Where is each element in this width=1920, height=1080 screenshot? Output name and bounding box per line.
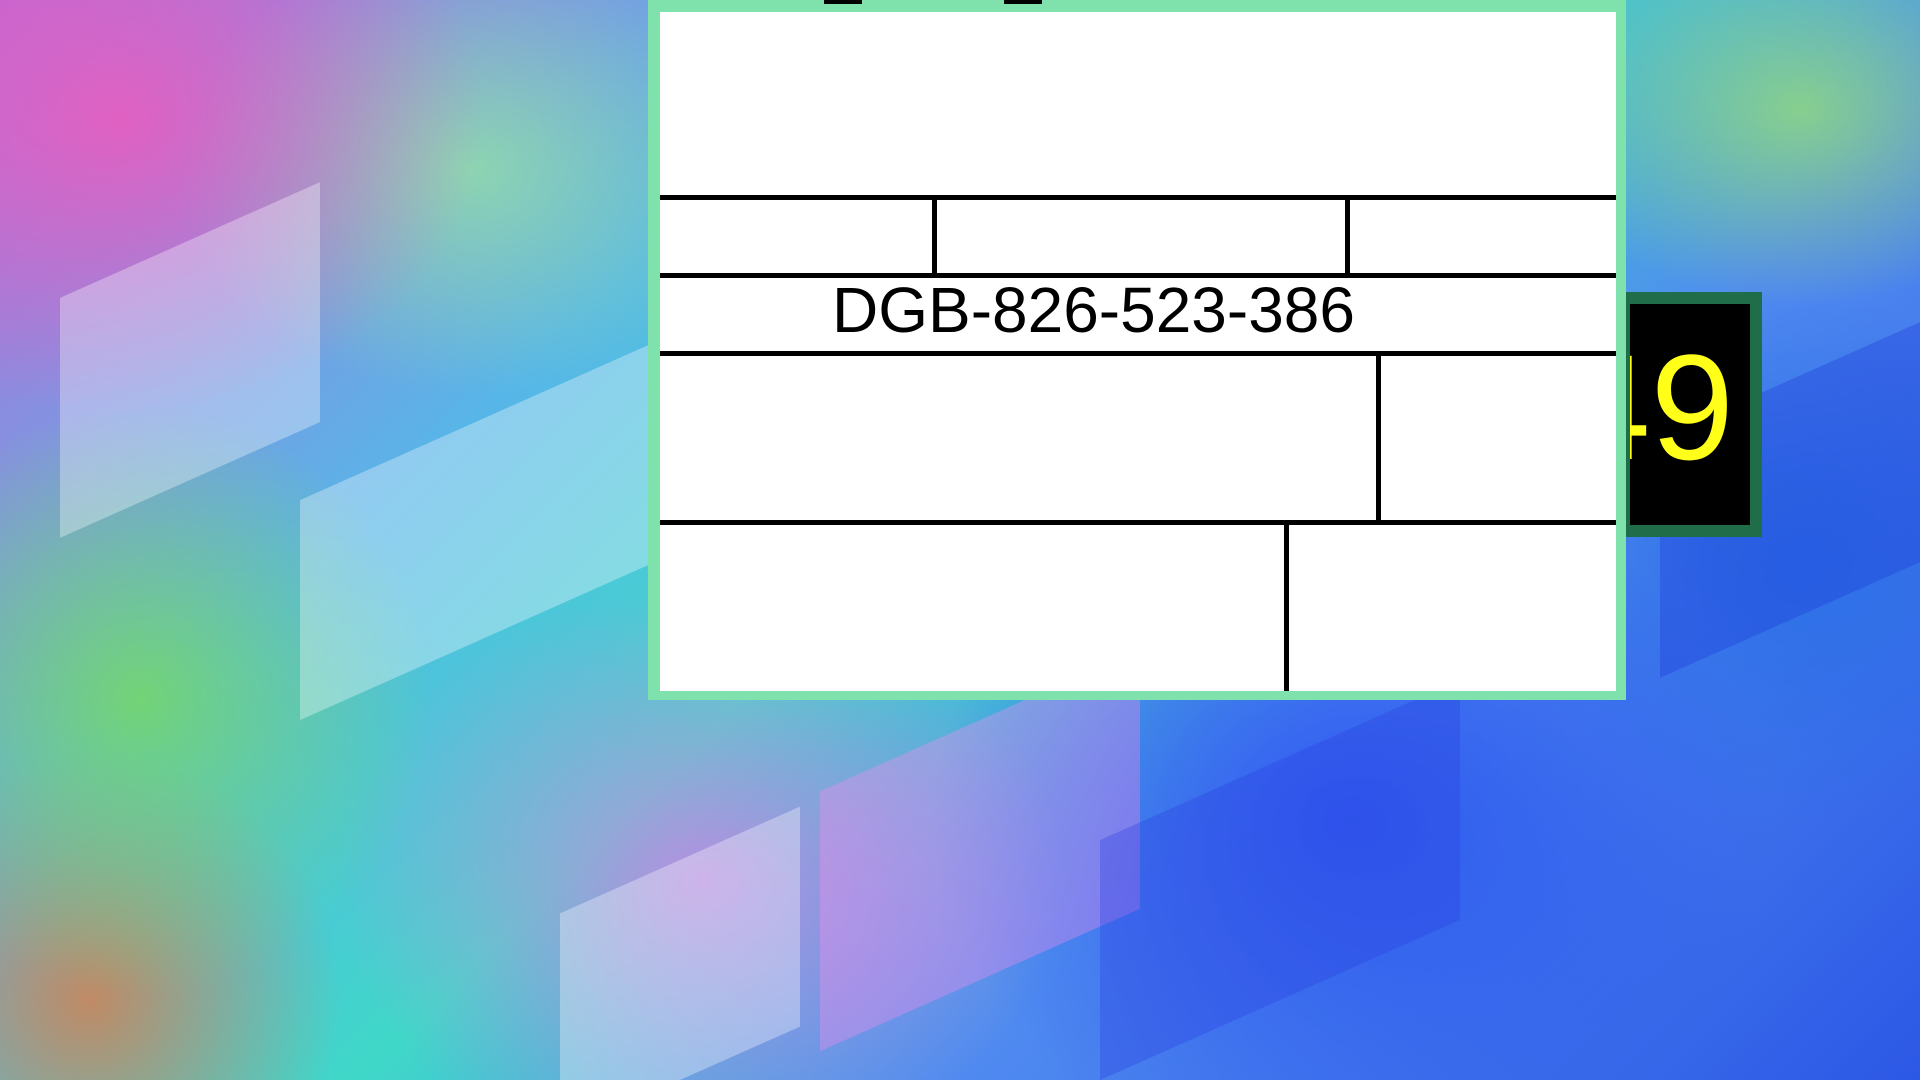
- label-form: DGB-826-523-386: [660, 12, 1616, 691]
- top-edge-mark: [1004, 0, 1042, 4]
- form-column-divider: [932, 195, 937, 278]
- form-row-divider: [660, 195, 1616, 200]
- wallpaper-facet: [1100, 679, 1460, 1080]
- wallpaper-facet: [300, 339, 660, 721]
- form-code-text: DGB-826-523-386: [832, 274, 1355, 346]
- top-edge-mark: [824, 0, 862, 4]
- form-column-divider: [1345, 195, 1350, 278]
- form-column-divider: [1284, 520, 1289, 691]
- number-badge: 49: [1618, 292, 1762, 537]
- badge-number: 49: [1630, 323, 1734, 491]
- number-badge-inner: 49: [1630, 304, 1750, 525]
- wallpaper-facet: [820, 648, 1140, 1052]
- form-row-divider: [660, 520, 1616, 525]
- form-window: DGB-826-523-386: [648, 0, 1626, 700]
- wallpaper-facet: [560, 806, 800, 1080]
- form-row-divider: [660, 351, 1616, 356]
- wallpaper-facet: [60, 182, 320, 538]
- form-column-divider: [1376, 351, 1381, 525]
